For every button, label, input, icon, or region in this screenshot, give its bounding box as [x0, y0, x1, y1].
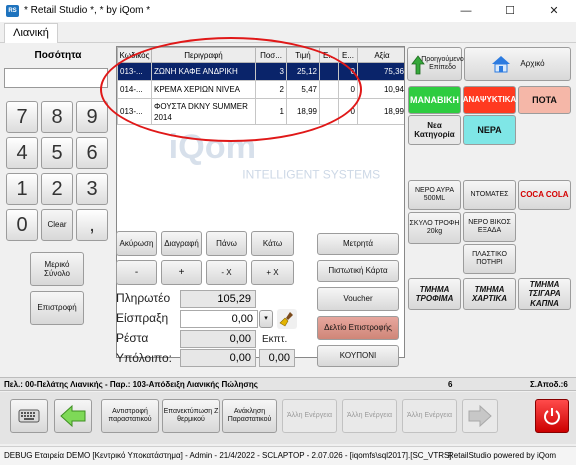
discount-label: Εκπτ.	[262, 334, 288, 345]
other-action-button-3[interactable]: Άλλη Ενέργεια	[402, 399, 457, 433]
arrow-left-icon	[60, 405, 86, 427]
key-6[interactable]: 6	[76, 137, 108, 169]
key-3[interactable]: 3	[76, 173, 108, 205]
status-customer-text: Πελ.: 00-Πελάτης Λιανικής - Παρ.: 103-Απ…	[4, 380, 258, 389]
broom-icon[interactable]	[277, 309, 297, 329]
arrow-right-icon	[468, 405, 492, 427]
plus-button[interactable]: +	[161, 260, 202, 285]
minimize-button[interactable]: —	[444, 0, 488, 22]
change-value: 0,00	[180, 330, 256, 348]
cell-value: 10,94	[357, 80, 404, 99]
key-1[interactable]: 1	[6, 173, 38, 205]
department-paper[interactable]: ΤΜΗΜΑ ΧΑΡΤΙΚΑ	[463, 278, 516, 310]
quantity-input[interactable]	[4, 68, 108, 88]
window-title: * Retail Studio *, * by iQom *	[24, 5, 151, 16]
status-item-count: 6	[448, 380, 453, 389]
quantity-label: Ποσότητα	[34, 50, 82, 61]
minus-button[interactable]: -	[116, 260, 157, 285]
key-7[interactable]: 7	[6, 101, 38, 133]
category-greengrocery[interactable]: ΜΑΝΑΒΙΚΗ	[408, 86, 461, 114]
status-bar: Πελ.: 00-Πελάτης Λιανικής - Παρ.: 103-Απ…	[0, 377, 576, 391]
voucher-button[interactable]: Voucher	[317, 287, 399, 311]
received-dropdown-icon[interactable]: ▾	[259, 310, 273, 328]
department-tobacco[interactable]: ΤΜΗΜΑ ΤΣΙΓΑΡΑ ΚΑΠΝΑ	[518, 278, 571, 310]
other-action-button-1[interactable]: Άλλη Ενέργεια	[282, 399, 337, 433]
product-coca-cola[interactable]: COCA COLA	[518, 180, 571, 210]
close-button[interactable]: ✕	[532, 0, 576, 22]
up-button[interactable]: Πάνω	[206, 231, 247, 256]
forward-button[interactable]	[462, 399, 498, 433]
product-dog-food[interactable]: ΣΚΥΛΟ ΤΡΟΦΗ 20kg	[408, 212, 461, 244]
department-food[interactable]: ΤΜΗΜΑ ΤΡΟΦΙΜΑ	[408, 278, 461, 310]
tab-retail[interactable]: Λιανική	[4, 23, 58, 43]
key-0[interactable]: 0	[6, 209, 38, 241]
col-value[interactable]: Αξία	[357, 47, 404, 63]
subtotal-button[interactable]: Μερικό Σύνολο	[30, 252, 84, 286]
category-waters[interactable]: ΝΕΡΑ	[463, 115, 516, 145]
key-8[interactable]: 8	[41, 101, 73, 133]
payable-label: Πληρωτέο	[116, 291, 171, 305]
coupon-button[interactable]: ΚΟΥΠΟΝΙ	[317, 345, 399, 367]
received-input[interactable]: 0,00	[180, 310, 258, 328]
discount-value: 0,00	[259, 349, 295, 367]
credit-card-button[interactable]: Πιστωτική Κάρτα	[317, 260, 399, 282]
received-label: Είσπραξη	[116, 311, 169, 325]
return-button[interactable]: Επιστροφή	[30, 291, 84, 325]
cell-value: 18,99	[357, 98, 404, 125]
home-button[interactable]: Αρχικό	[464, 47, 571, 81]
payable-value: 105,29	[180, 290, 256, 308]
product-plastic-cup[interactable]: ΠΛΑΣΤΙΚΟ ΠΟΤΗΡΙ	[463, 244, 516, 274]
key-5[interactable]: 5	[41, 137, 73, 169]
key-comma[interactable]: ,	[76, 209, 108, 241]
delete-button[interactable]: Διαγραφή	[161, 231, 202, 256]
power-icon	[544, 408, 560, 425]
app-icon: RS	[6, 5, 19, 17]
cancel-button[interactable]: Ακύρωση	[116, 231, 157, 256]
balance-value: 0,00	[180, 349, 256, 367]
cash-button[interactable]: Μετρητά	[317, 233, 399, 255]
previous-level-label: Προηγούμενο Επίπεδο	[421, 55, 464, 71]
return-slip-button[interactable]: Δελτίο Επιστροφής	[317, 316, 399, 340]
product-vikos-water[interactable]: ΝΕΡΟ ΒΙΚΟΣ ΕΞΑΔΑ	[463, 212, 516, 242]
category-new[interactable]: Νεα Κατηγορία	[408, 115, 461, 145]
minus-x-button[interactable]: - X	[206, 260, 247, 285]
category-drinks[interactable]: ΠΟΤΑ	[518, 86, 571, 114]
previous-level-button[interactable]: Προηγούμενο Επίπεδο	[407, 47, 464, 81]
arrow-up-icon	[411, 55, 425, 75]
watermark-subtitle: INTELLIGENT SYSTEMS	[242, 168, 380, 182]
power-button[interactable]	[535, 399, 569, 433]
key-4[interactable]: 4	[6, 137, 38, 169]
plus-x-button[interactable]: + X	[251, 260, 294, 285]
reverse-document-button[interactable]: Αντιστροφή παραστατικού	[101, 399, 159, 433]
back-button[interactable]	[54, 399, 92, 433]
keyboard-button[interactable]	[10, 399, 48, 433]
footer-brand: RetailStudio powered by iQom	[448, 451, 557, 460]
category-soft-drinks[interactable]: ΑΝΑΨΥΚΤΙΚΑ	[463, 86, 516, 114]
key-2[interactable]: 2	[41, 173, 73, 205]
balance-label: Υπόλοιπο:	[116, 351, 173, 365]
annotation-ellipse	[100, 37, 362, 142]
down-button[interactable]: Κάτω	[251, 231, 294, 256]
status-receipts: Σ.Αποδ.:6	[530, 380, 568, 389]
cell-value: 75,36	[357, 62, 404, 81]
key-9[interactable]: 9	[76, 101, 108, 133]
keyboard-icon	[18, 409, 40, 423]
product-tomatoes[interactable]: ΝΤΟΜΑΤΕΣ	[463, 180, 516, 210]
home-icon	[492, 56, 511, 73]
product-avra-water[interactable]: ΝΕΡΟ ΑΥΡΑ 500ML	[408, 180, 461, 210]
other-action-button-2[interactable]: Άλλη Ενέργεια	[342, 399, 397, 433]
recall-document-button[interactable]: Ανάκληση Παραστατικού	[222, 399, 277, 433]
change-label: Ρέστα	[116, 331, 149, 345]
footer-session-info: DEBUG Εταιρεία DEMO [Κεντρικό Υποκατάστη…	[4, 451, 452, 460]
reprint-z-button[interactable]: Επανεκτύπωση Ζ θερμικού	[162, 399, 220, 433]
maximize-button[interactable]: ☐	[488, 0, 532, 22]
home-label: Αρχικό	[520, 59, 545, 69]
footer-bar: DEBUG Εταιρεία DEMO [Κεντρικό Υποκατάστη…	[0, 446, 576, 465]
key-clear[interactable]: Clear	[41, 209, 73, 241]
